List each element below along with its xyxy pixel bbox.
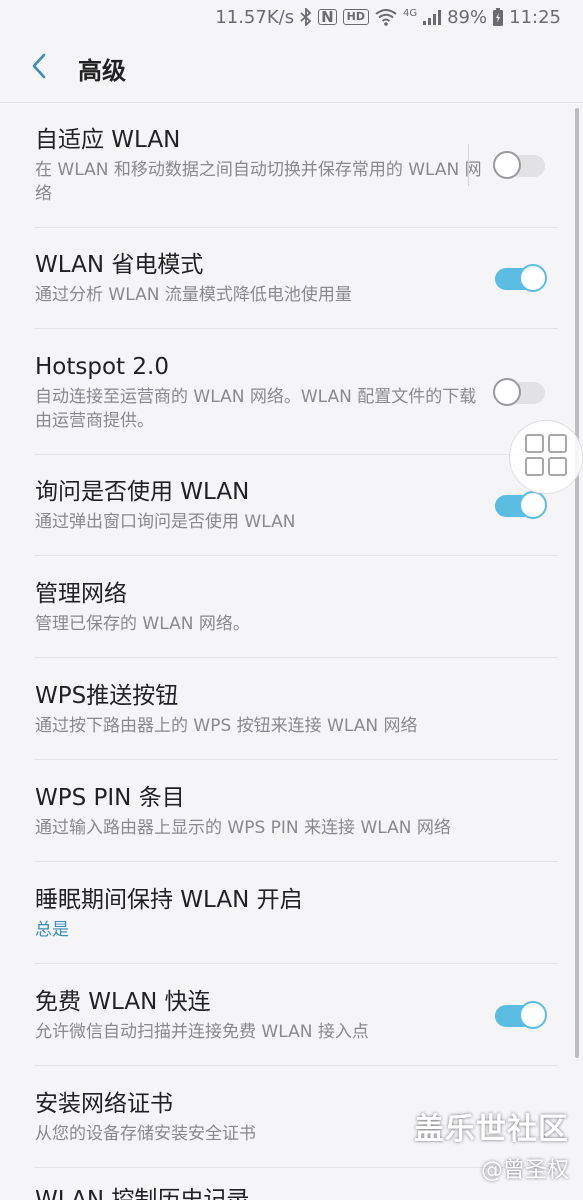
setting-ask-use-wlan[interactable]: 询问是否使用 WLAN 通过弹出窗口询问是否使用 WLAN [0,455,583,555]
setting-summary: 通过弹出窗口询问是否使用 WLAN [35,512,296,532]
setting-summary: 管理已保存的 WLAN 网络。 [35,613,250,634]
watermark: 盖乐世社区 @曾圣权 [414,1104,569,1184]
setting-title: 免费 WLAN 快连 [35,988,211,1015]
settings-list: 自适应 WLAN 在 WLAN 和移动数据之间自动切换并保存常用的 WLAN 网… [0,103,583,1200]
setting-value: 总是 [35,919,69,940]
adaptive-wlan-toggle[interactable] [493,150,547,180]
setting-wlan-power-saving[interactable]: WLAN 省电模式 通过分析 WLAN 流量模式降低电池使用量 [0,228,583,328]
setting-hotspot-2[interactable]: Hotspot 2.0 自动连接至运营商的 WLAN 网络。WLAN 配置文件的… [0,329,583,454]
setting-adaptive-wlan[interactable]: 自适应 WLAN 在 WLAN 和移动数据之间自动切换并保存常用的 WLAN 网… [0,103,583,227]
setting-wps-push-button[interactable]: WPS推送按钮 通过按下路由器上的 WPS 按钮来连接 WLAN 网络 [0,658,583,759]
setting-summary: 自动连接至运营商的 WLAN 网络。WLAN 配置文件的下载由运营商提供。 [35,386,477,431]
setting-summary: 通过按下路由器上的 WPS 按钮来连接 WLAN 网络 [35,715,418,736]
setting-title: 睡眠期间保持 WLAN 开启 [35,886,303,913]
bluetooth-icon [300,8,312,26]
setting-summary: 通过分析 WLAN 流量模式降低电池使用量 [35,285,352,305]
free-wlan-quick-connect-toggle[interactable] [493,1000,547,1030]
ask-use-wlan-toggle[interactable] [493,490,547,520]
battery-percent: 89% [447,6,488,28]
setting-title: 询问是否使用 WLAN [35,479,250,505]
setting-summary: 允许微信自动扫描并连接免费 WLAN 接入点 [35,1021,369,1042]
setting-title: 管理网络 [35,580,127,607]
app-grid-icon [524,433,568,481]
setting-title: WLAN 控制历史记录 [35,1187,250,1200]
signal-icon [423,9,442,25]
setting-manage-networks[interactable]: 管理网络 管理已保存的 WLAN 网络。 [0,556,583,657]
setting-title: WPS PIN 条目 [35,784,185,811]
watermark-brand: 盖乐世社区 [414,1112,569,1147]
screen: 11.57K/s N HD 4G 89% 11:25 高级 自适应 WLAN 在… [0,0,583,1200]
setting-summary: 通过输入路由器上显示的 WPS PIN 来连接 WLAN 网络 [35,817,451,838]
setting-free-wlan-quick-connect[interactable]: 免费 WLAN 快连 允许微信自动扫描并连接免费 WLAN 接入点 [0,964,583,1065]
wifi-icon [375,8,397,26]
back-button[interactable] [0,34,78,102]
floating-app-button[interactable] [509,420,583,494]
network-type: 4G [402,7,418,19]
setting-keep-wlan-on-sleep[interactable]: 睡眠期间保持 WLAN 开启 总是 [0,862,583,963]
scrollbar[interactable] [575,108,579,1058]
clock: 11:25 [509,6,561,28]
nfc-icon: N [318,9,337,25]
setting-title: WPS推送按钮 [35,682,179,709]
setting-title: WLAN 省电模式 [35,252,204,278]
chevron-left-icon [31,53,47,83]
setting-summary: 在 WLAN 和移动数据之间自动切换并保存常用的 WLAN 网络 [35,160,482,204]
status-bar: 11.57K/s N HD 4G 89% 11:25 [0,0,583,34]
app-bar: 高级 [0,34,583,102]
battery-icon [493,8,504,26]
toggle-separator [468,144,469,186]
setting-title: 自适应 WLAN [35,127,181,153]
hd-badge: HD [342,9,369,25]
setting-title: Hotspot 2.0 [35,353,169,380]
setting-wps-pin[interactable]: WPS PIN 条目 通过输入路由器上显示的 WPS PIN 来连接 WLAN … [0,760,583,861]
page-title: 高级 [78,56,126,85]
wlan-power-saving-toggle[interactable] [493,263,547,293]
hotspot-2-toggle[interactable] [493,377,547,407]
watermark-user: @曾圣权 [480,1158,569,1183]
net-speed: 11.57K/s [215,6,295,28]
